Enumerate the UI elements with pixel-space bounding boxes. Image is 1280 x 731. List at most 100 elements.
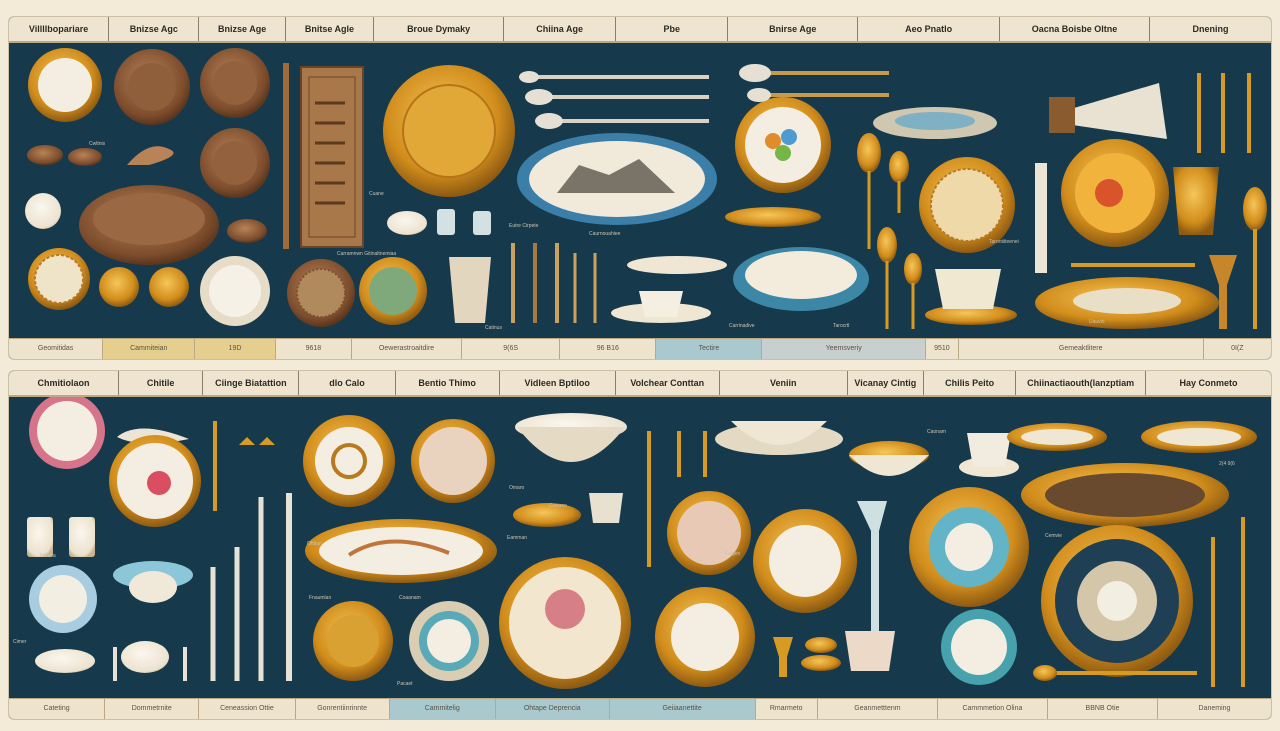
bottom-header-row: Chmitiolaon Chitile Ciinge Biatattion dl…	[9, 371, 1271, 397]
bottom-footer-cell: Cateting	[9, 699, 106, 719]
bottom-footer-cell: Geiiaanettite	[609, 699, 756, 719]
gold-fork-small	[213, 421, 275, 511]
top-footer-cell: 9510	[926, 339, 959, 359]
top-small-label: Cwltnis	[89, 141, 106, 147]
bottom-header-cell: Ciinge Biatattion	[203, 371, 300, 395]
peony-painted-plate	[499, 557, 631, 689]
pink-rim-plate	[29, 397, 105, 469]
top-header-cell: Bnizse Agc	[109, 17, 200, 41]
bottom-header-cell: Hay Conmeto	[1179, 378, 1238, 388]
top-small-label: Caurnouahiee	[589, 231, 621, 237]
top-header-cell: Oacna Boisbe Oltne	[1000, 17, 1150, 41]
brass-handled-spoons	[739, 64, 889, 102]
bronze-plates-stack	[200, 48, 270, 198]
gold-ladle	[1243, 187, 1267, 329]
blue-painted-bowl	[113, 561, 193, 603]
top-footer-cell: Oewerastroaitdire	[352, 339, 463, 359]
bottom-header-cell: Vidleen Bptiloo	[500, 371, 616, 395]
top-footer-cell: 19D	[195, 339, 276, 359]
top-footer-cell: Tectire	[656, 339, 763, 359]
ornate-porcelain-plate	[28, 248, 90, 310]
bottom-small-label: Fnaumlan	[309, 595, 332, 601]
small-bronze-bowls	[27, 145, 102, 166]
bottom-header-cell: Chitile	[119, 371, 204, 395]
bottom-footer-cell: Dommetrnite	[105, 699, 200, 719]
oval-gold-dish-right	[1141, 421, 1257, 453]
bottom-header-cell: Chilis Peito	[924, 371, 1017, 395]
top-header-cell: Bnirse Age	[728, 17, 859, 41]
bottom-small-label: Omaro	[509, 485, 525, 491]
bottom-header-cell: Volchear Conttan	[616, 371, 720, 395]
bottom-header-cell: Chmitiolaon	[9, 371, 120, 395]
bottom-small-label: Pacaet	[397, 681, 413, 687]
blue-landscape-platter	[517, 133, 717, 225]
white-cup	[25, 193, 61, 229]
greek-key-plate	[303, 415, 395, 507]
long-spoons	[519, 71, 709, 129]
blue-teacup	[589, 493, 623, 523]
bottom-footer-row: Cateting Dommetrnite Ceneassion Ottie Go…	[9, 698, 1271, 719]
small-gold-dish	[513, 503, 581, 527]
top-footer-cell: Gemeaktlitere	[959, 339, 1204, 359]
gold-rim-plate	[753, 509, 857, 613]
forks-and-knives	[511, 243, 597, 323]
fruit-painted-plate	[735, 97, 831, 193]
blue-vase	[857, 501, 887, 631]
floral-teacup	[925, 269, 1017, 325]
bottom-header-cell: Chiinactiaouth(lanzptiam	[1016, 371, 1147, 395]
bottom-small-label: Ganueo	[549, 503, 567, 509]
ornate-bowl-on-saucer	[715, 421, 843, 455]
top-header-cell: Villllbopariare	[9, 17, 110, 41]
top-catalog-panel: Villllbopariare Bnizse Agc Bnizse Age Bn…	[8, 16, 1272, 360]
bottom-footer-cell: Rmarmeto	[756, 699, 818, 719]
gold-forks	[1197, 73, 1251, 153]
shallow-gold-dish	[725, 207, 821, 227]
bottom-small-label: Caonam	[927, 429, 946, 435]
top-header-cell: Dnening	[1192, 24, 1229, 34]
layered-platter	[1041, 525, 1193, 677]
bottom-artifact-illustration	[27, 397, 1257, 689]
tall-beaker	[449, 257, 491, 323]
textured-bronze-plate	[287, 259, 355, 327]
bottom-catalog-panel: Chmitiolaon Chitile Ciinge Biatattion dl…	[8, 370, 1272, 720]
cream-teacup	[845, 631, 895, 671]
sepia-plate	[667, 491, 751, 575]
inscribed-bronze-tablet	[300, 66, 364, 248]
large-bronze-basin	[79, 185, 219, 265]
teal-plate-small	[941, 609, 1017, 685]
top-small-label: Carramnwn Gitinaltnemiaa	[337, 251, 397, 257]
gold-rim-white-plate	[655, 587, 755, 687]
porcelain-cups	[387, 209, 491, 235]
oval-scenery-platter	[305, 519, 497, 583]
blue-rim-bowls	[35, 641, 169, 673]
small-porcelain-cups	[27, 517, 95, 557]
top-header-cell: Chiina Age	[504, 17, 617, 41]
top-artifact-stage: Cwltnis Cuane Eutre Cirpete Carramnwn Gi…	[9, 43, 1271, 339]
bottom-small-label: Ttitmoa	[39, 553, 56, 559]
bottom-footer-cell: Ceneassion Ottie	[199, 699, 296, 719]
blue-landscape-plate	[29, 565, 97, 633]
gold-teal-plate	[909, 487, 1029, 607]
top-header-cell: Bnitse Agle	[286, 17, 375, 41]
top-small-label: Catinus	[485, 325, 502, 331]
blue-oval-tray	[873, 107, 997, 139]
bronze-ladle	[127, 146, 174, 165]
tomato-painted-plate	[1061, 139, 1169, 247]
top-small-label: Uauvio	[1089, 319, 1105, 325]
blue-patterned-bowl	[515, 413, 627, 462]
gold-fork-right	[1211, 517, 1245, 687]
small-bronze-cup	[227, 219, 267, 243]
wide-gold-platter	[1035, 277, 1219, 329]
porcelain-scroll-roll	[1049, 83, 1167, 139]
top-header-cell: Bnizse Age	[199, 17, 286, 41]
bottom-footer-cell: Gonrentiinrinnte	[296, 699, 390, 719]
bottom-small-label: Cimer	[13, 639, 27, 645]
top-small-label: Carrinadive	[729, 323, 755, 329]
white-rim-plate	[200, 256, 270, 326]
top-footer-cell: 0I(Z	[1231, 345, 1244, 352]
bottom-footer-cell: Daneming	[1198, 705, 1231, 712]
top-footer-cell: 96 B16	[560, 339, 657, 359]
top-small-label: Eutre Cirpete	[509, 223, 539, 229]
top-header-row: Villllbopariare Bnizse Agc Bnizse Age Bn…	[9, 17, 1271, 43]
landscape-painted-plate	[411, 419, 495, 503]
